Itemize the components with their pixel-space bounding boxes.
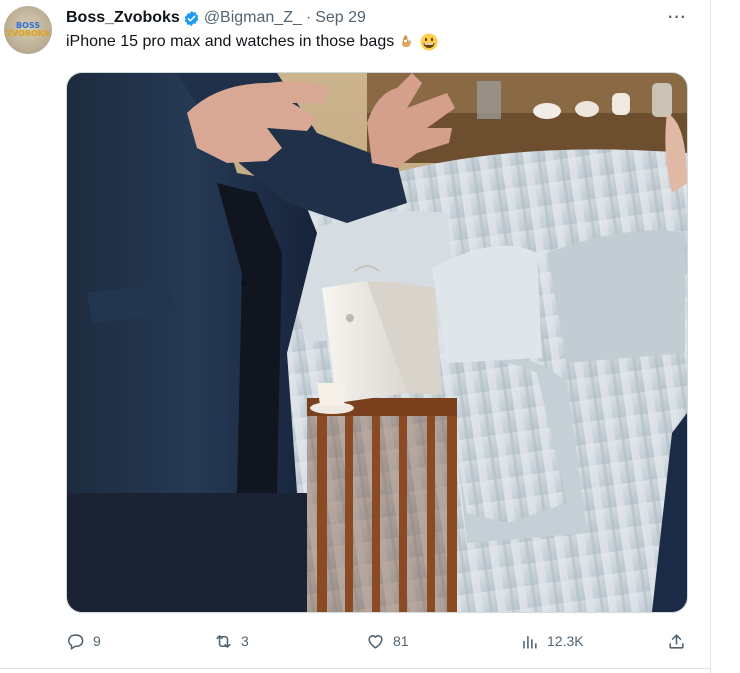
tweet-body: iPhone 15 pro max and watches in those b… xyxy=(66,33,438,51)
tweet-header: Boss_Zvoboks @Bigman_Z_ · Sep 29 xyxy=(66,7,366,29)
display-name[interactable]: Boss_Zvoboks xyxy=(66,9,180,27)
tweet-date[interactable]: Sep 29 xyxy=(315,9,366,27)
reply-button[interactable]: 9 xyxy=(66,628,101,654)
like-button[interactable]: 81 xyxy=(366,628,409,654)
apple-shopping-bag xyxy=(322,265,442,403)
tweet-photo[interactable] xyxy=(66,72,688,613)
retweet-count: 3 xyxy=(241,633,249,649)
photo-scene xyxy=(67,73,687,612)
ok-hand-emoji-icon xyxy=(402,35,412,47)
apple-logo-icon xyxy=(346,314,354,322)
trousers xyxy=(67,493,307,612)
grinning-face-emoji-icon xyxy=(420,33,438,51)
cushion xyxy=(432,245,542,363)
tweet-text: iPhone 15 pro max and watches in those b… xyxy=(66,33,395,50)
cushion xyxy=(547,230,685,363)
verified-badge-icon xyxy=(184,10,199,26)
reply-count: 9 xyxy=(93,633,101,649)
avatar[interactable]: BOSS ZVOBOKS xyxy=(4,6,52,54)
side-table xyxy=(307,398,457,612)
user-handle[interactable]: @Bigman_Z_ xyxy=(204,9,302,27)
reply-icon xyxy=(68,633,84,650)
views-button[interactable]: 12.3K xyxy=(520,628,584,654)
like-count: 81 xyxy=(393,633,409,649)
tweet-divider xyxy=(0,668,711,669)
timeline-divider xyxy=(710,0,711,673)
share-icon xyxy=(669,633,684,649)
jacket-button xyxy=(241,280,247,286)
separator-dot: · xyxy=(305,9,312,26)
avatar-logo: BOSS ZVOBOKS xyxy=(4,22,52,38)
tweet-actions: 9 3 81 12.3K xyxy=(66,628,688,654)
more-options-icon[interactable]: ··· xyxy=(668,9,687,27)
share-button[interactable] xyxy=(667,628,694,654)
view-count: 12.3K xyxy=(547,633,584,649)
retweet-button[interactable]: 3 xyxy=(214,628,249,654)
heart-icon xyxy=(368,634,383,649)
analytics-icon xyxy=(523,635,537,649)
retweet-icon xyxy=(216,634,231,648)
avatar-logo-line2: ZVOBOKS xyxy=(6,29,50,38)
